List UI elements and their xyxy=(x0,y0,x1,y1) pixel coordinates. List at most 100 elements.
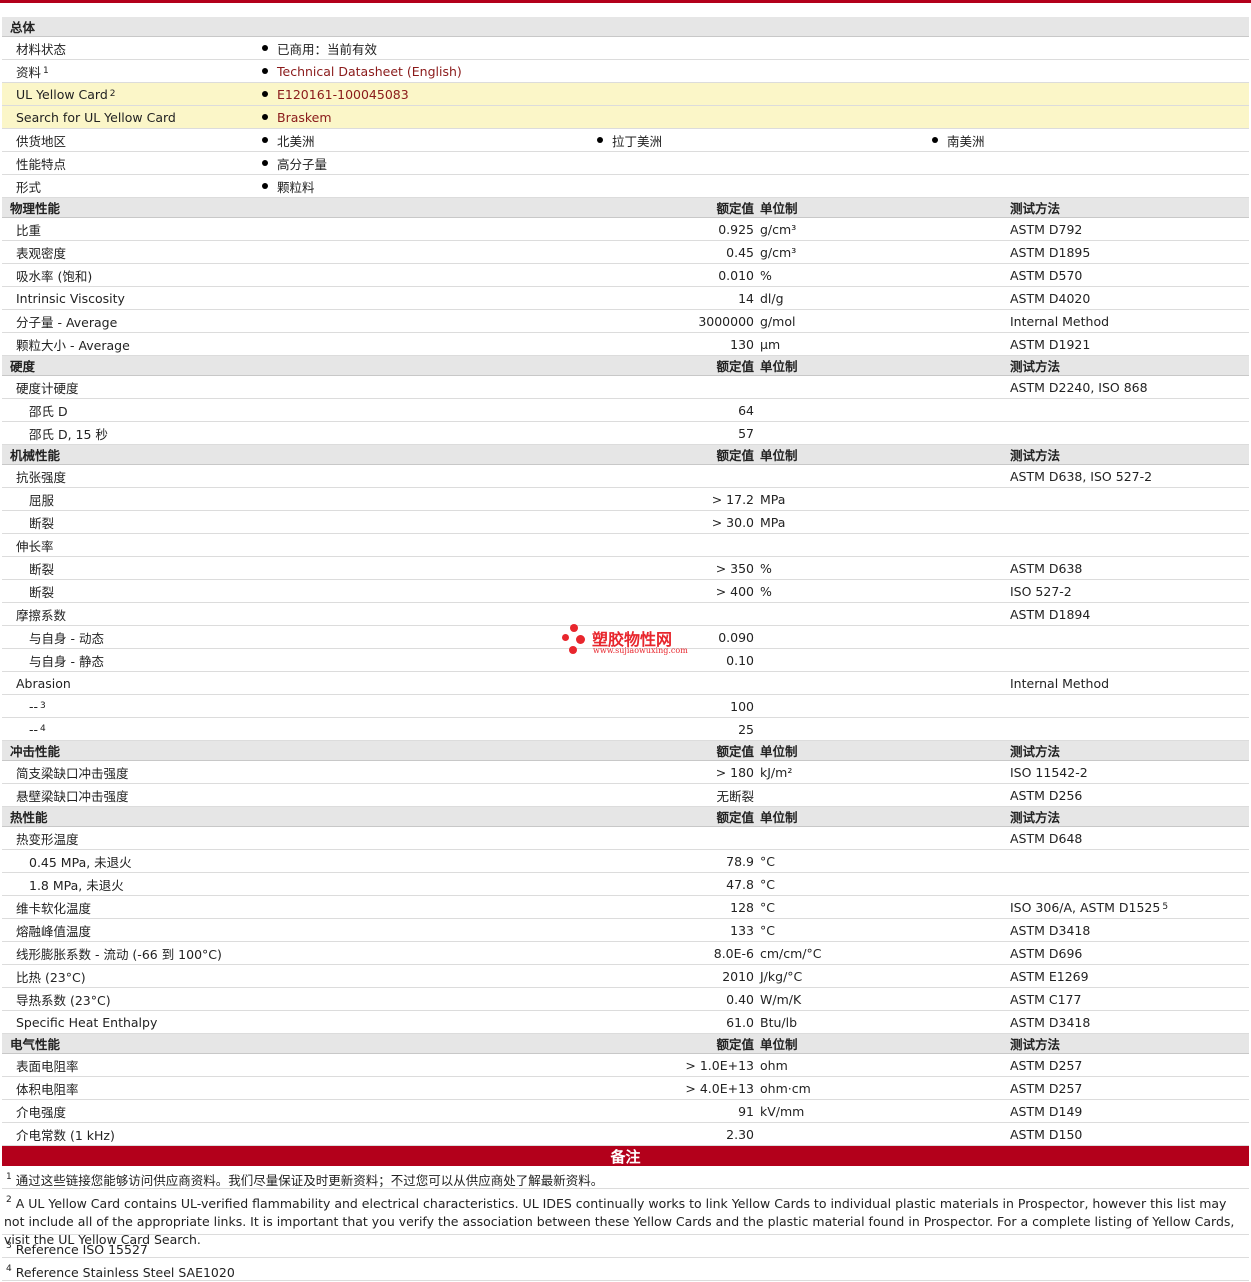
property-label: Search for UL Yellow Card xyxy=(16,106,176,128)
property-label: UL Yellow Card 2 xyxy=(16,83,116,105)
property-row: Specific Heat Enthalpy 61.0 Btu/lb ASTM D34… xyxy=(2,1011,1249,1034)
bullet-icon xyxy=(262,114,268,120)
property-value: > 1.0E+13 xyxy=(685,1057,754,1073)
property-label: 1.8 MPa, 未退火 xyxy=(29,873,124,895)
notes-header: 备注 xyxy=(2,1146,1249,1166)
property-label: 颗粒大小 - Average xyxy=(16,333,130,355)
property-label: 维卡软化温度 xyxy=(16,896,91,918)
watermark-url: www.sujiaowuxing.com xyxy=(593,646,688,655)
property-row: 比热 (23°C) 2010 J/kg/°C ASTM E1269 xyxy=(2,965,1249,988)
value-link[interactable]: Braskem xyxy=(277,110,332,125)
property-row: 比重 0.925 g/cm³ ASTM D792 xyxy=(2,218,1249,241)
property-label-text: 0.45 MPa, 未退火 xyxy=(29,854,132,870)
property-unit: % xyxy=(760,267,772,283)
test-method: ISO 306/A, ASTM D1525 5 xyxy=(1010,896,1168,918)
footnote-ref: 2 xyxy=(109,89,116,99)
bullet-icon xyxy=(262,68,268,74)
property-row: 简支梁缺口冲击强度 > 180 kJ/m² ISO 11542-2 xyxy=(2,761,1249,784)
property-row: 抗张强度 ASTM D638, ISO 527-2 xyxy=(2,465,1249,488)
section-title: 热性能 xyxy=(10,810,48,825)
property-label-text: 悬壁梁缺口冲击强度 xyxy=(16,788,129,804)
property-label-text: 维卡软化温度 xyxy=(16,900,92,916)
property-label-text: 比重 xyxy=(16,222,42,238)
section-header: 热性能 额定值 单位制 测试方法 xyxy=(2,807,1249,827)
property-label-text: 资料 xyxy=(16,64,42,80)
property-label-text: 与自身 - 动态 xyxy=(29,630,104,646)
column-header-value: 额定值 xyxy=(716,448,754,463)
property-label: 熔融峰值温度 xyxy=(16,919,91,941)
property-label-text: -- xyxy=(29,698,39,714)
test-method-text: ASTM D256 xyxy=(1010,787,1083,803)
property-row: 表观密度 0.45 g/cm³ ASTM D1895 xyxy=(2,241,1249,264)
property-label-text: UL Yellow Card xyxy=(16,86,108,102)
footnote-text: Reference ISO 15527 xyxy=(15,1242,148,1257)
test-method: ASTM D257 xyxy=(1010,1054,1082,1076)
general-value[interactable]: Braskem xyxy=(262,106,332,128)
property-unit: W/m/K xyxy=(760,991,802,1007)
property-value: 无断裂 xyxy=(716,788,754,804)
test-method-text: ASTM D3418 xyxy=(1010,1014,1091,1030)
property-unit: g/cm³ xyxy=(760,221,797,237)
bullet-icon xyxy=(597,137,603,143)
test-method-text: ASTM D792 xyxy=(1010,221,1083,237)
test-method-text: ASTM D570 xyxy=(1010,267,1083,283)
property-value: > 400 xyxy=(715,583,754,599)
property-value: 0.925 xyxy=(718,221,754,237)
property-row: 悬壁梁缺口冲击强度 无断裂 ASTM D256 xyxy=(2,784,1249,807)
value-link[interactable]: Technical Datasheet (English) xyxy=(277,64,462,79)
general-value: 北美洲 xyxy=(262,129,315,151)
property-row: Abrasion Internal Method xyxy=(2,672,1249,695)
property-value: 64 xyxy=(738,402,754,418)
property-unit: °C xyxy=(760,876,775,892)
column-header-unit: 单位制 xyxy=(760,448,798,463)
property-label: 表面电阻率 xyxy=(16,1054,79,1076)
property-label: 性能特点 xyxy=(16,152,66,174)
property-label: 热变形温度 xyxy=(16,827,79,849)
property-label-text: 导热系数 (23°C) xyxy=(16,992,111,1008)
bullet-icon xyxy=(262,137,268,143)
property-row: 导热系数 (23°C) 0.40 W/m/K ASTM C177 xyxy=(2,988,1249,1011)
general-value[interactable]: E120161-100045083 xyxy=(262,83,409,105)
property-label: 邵氏 D, 15 秒 xyxy=(29,422,108,444)
property-unit: °C xyxy=(760,853,775,869)
section-header: 冲击性能 额定值 单位制 测试方法 xyxy=(2,741,1249,761)
property-label: 表观密度 xyxy=(16,241,66,263)
property-label: 体积电阻率 xyxy=(16,1077,79,1099)
section-header: 机械性能 额定值 单位制 测试方法 xyxy=(2,445,1249,465)
footnote: 2A UL Yellow Card contains UL-verified f… xyxy=(2,1189,1249,1247)
property-row: 热变形温度 ASTM D648 xyxy=(2,827,1249,850)
bullet-icon xyxy=(262,91,268,97)
property-label: 介电强度 xyxy=(16,1100,66,1122)
bullet-icon xyxy=(932,137,938,143)
property-row: 表面电阻率 > 1.0E+13 ohm ASTM D257 xyxy=(2,1054,1249,1077)
footnote-text: 通过这些链接您能够访问供应商资料。我们尽量保证及时更新资料；不过您可以从供应商处… xyxy=(15,1173,604,1188)
property-row: Intrinsic Viscosity 14 dl/g ASTM D4020 xyxy=(2,287,1249,310)
value-text: 已商用：当前有效 xyxy=(277,41,378,57)
property-label: 材料状态 xyxy=(16,37,66,59)
property-value: 3000000 xyxy=(698,313,754,329)
property-label-text: 断裂 xyxy=(29,561,55,577)
column-header-value: 额定值 xyxy=(716,744,754,759)
test-method: ASTM D648 xyxy=(1010,827,1082,849)
general-value: 拉丁美洲 xyxy=(597,129,662,151)
property-value: > 4.0E+13 xyxy=(685,1080,754,1096)
general-value[interactable]: Technical Datasheet (English) xyxy=(262,60,462,82)
general-value: 已商用：当前有效 xyxy=(262,37,377,59)
property-row: 体积电阻率 > 4.0E+13 ohm·cm ASTM D257 xyxy=(2,1077,1249,1100)
column-header-method: 测试方法 xyxy=(1010,744,1061,759)
property-label-text: 邵氏 D, 15 秒 xyxy=(29,426,108,442)
property-label: 形式 xyxy=(16,175,41,197)
general-row: 性能特点 高分子量 xyxy=(2,152,1249,175)
section-title: 冲击性能 xyxy=(10,744,61,759)
general-value: 南美洲 xyxy=(932,129,985,151)
test-method-text: ASTM D257 xyxy=(1010,1080,1083,1096)
property-label: 悬壁梁缺口冲击强度 xyxy=(16,784,129,806)
property-label-text: 形式 xyxy=(16,179,42,195)
value-link[interactable]: E120161-100045083 xyxy=(277,87,409,102)
value-text: 颗粒料 xyxy=(277,179,315,195)
general-row: Search for UL Yellow Card Braskem xyxy=(2,106,1249,129)
property-label-text: 伸长率 xyxy=(16,538,54,554)
property-row: 线形膨胀系数 - 流动 (-66 到 100°C) 8.0E-6 cm/cm/°C A… xyxy=(2,942,1249,965)
property-value: 57 xyxy=(738,425,754,441)
property-label-text: Search for UL Yellow Card xyxy=(16,109,176,125)
